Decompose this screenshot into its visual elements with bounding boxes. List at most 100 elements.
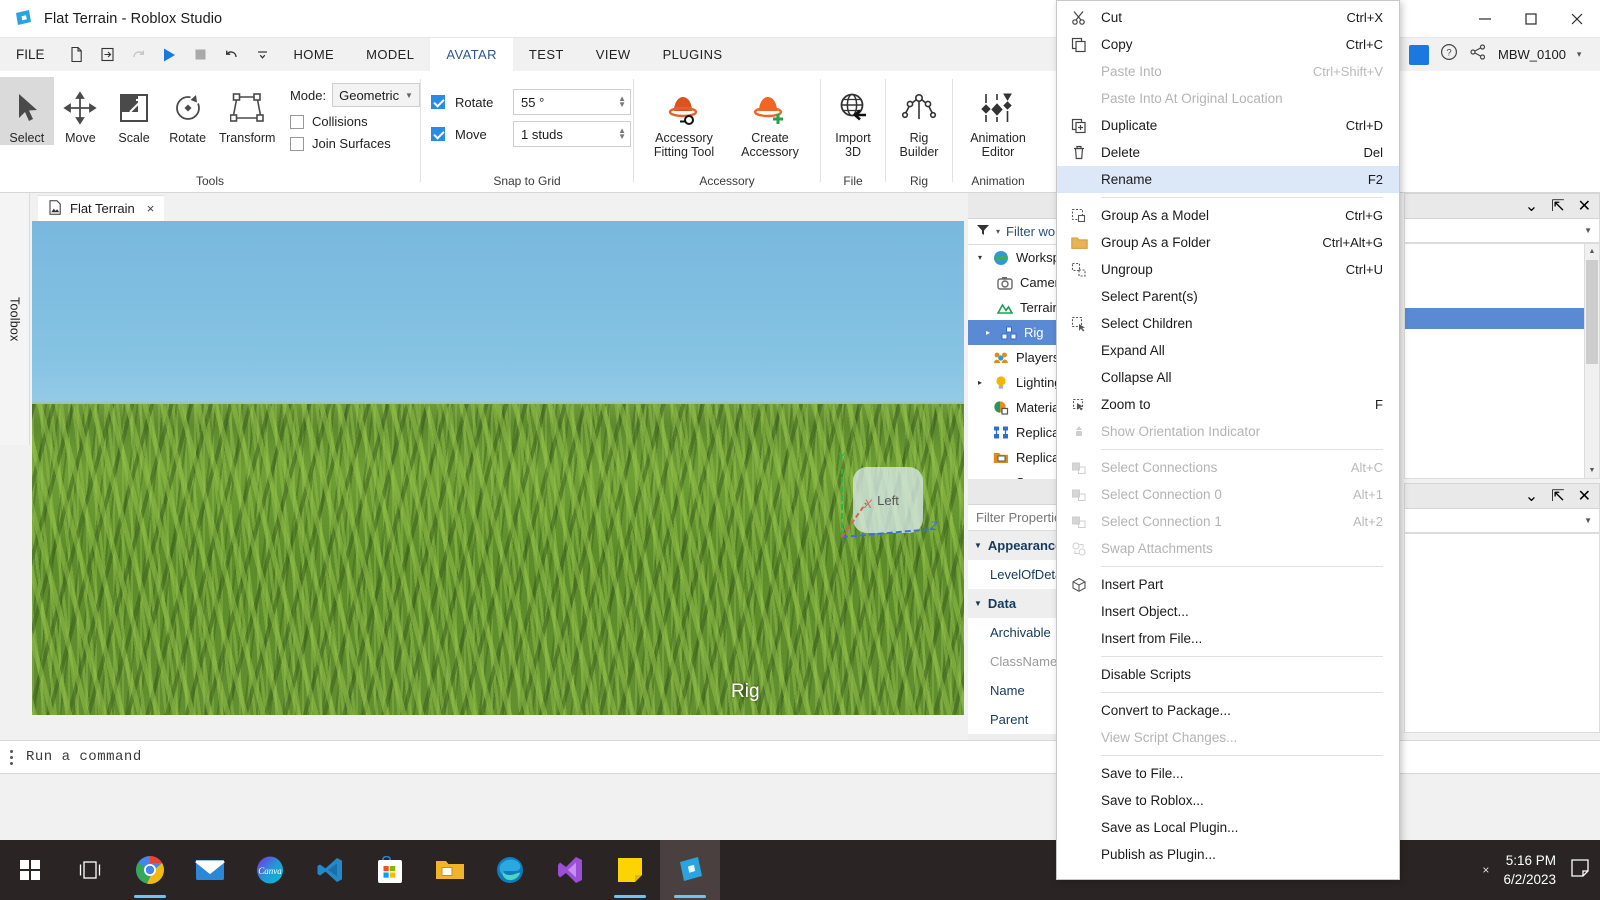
- taskbar-visual-studio[interactable]: [540, 840, 600, 900]
- chevron-down-icon[interactable]: ▼: [974, 599, 982, 608]
- share-icon[interactable]: [1469, 43, 1487, 66]
- menu-item-disable-scripts[interactable]: Disable Scripts: [1057, 661, 1399, 688]
- import-3d-button[interactable]: Import 3D: [826, 77, 880, 159]
- list-item-selected[interactable]: [1405, 308, 1584, 329]
- menu-item-ungroup[interactable]: Ungroup Ctrl+U: [1057, 256, 1399, 283]
- stop-icon[interactable]: [185, 38, 216, 71]
- vertical-scrollbar[interactable]: ▲ ▼: [1584, 244, 1599, 478]
- scroll-up-arrow-icon[interactable]: ▲: [1585, 244, 1599, 259]
- taskbar-sticky-notes[interactable]: [600, 840, 660, 900]
- menu-item-select-children[interactable]: Select Children: [1057, 310, 1399, 337]
- join-surfaces-checkbox-row[interactable]: Join Surfaces: [280, 129, 420, 151]
- taskbar-file-explorer[interactable]: [420, 840, 480, 900]
- viewport-3d[interactable]: Left Y X Z Rig: [32, 221, 964, 715]
- menu-item-group-as-folder[interactable]: Group As a Folder Ctrl+Alt+G: [1057, 229, 1399, 256]
- chevron-down-icon[interactable]: ▾: [996, 227, 1000, 236]
- collisions-checkbox[interactable]: [290, 115, 304, 129]
- menu-item-cut[interactable]: Cut Ctrl+X: [1057, 4, 1399, 31]
- chevron-down-icon[interactable]: ▼: [974, 541, 982, 550]
- undo-icon[interactable]: [216, 38, 247, 71]
- tab-avatar[interactable]: AVATAR: [430, 38, 513, 71]
- scrollbar-thumb[interactable]: [1586, 260, 1598, 364]
- menu-item-convert-to-package[interactable]: Convert to Package...: [1057, 697, 1399, 724]
- menu-item-zoom-to[interactable]: Zoom to F: [1057, 391, 1399, 418]
- close-icon[interactable]: [1554, 0, 1600, 38]
- tray-close-icon[interactable]: ×: [1482, 863, 1489, 877]
- chevron-down-icon[interactable]: ▾: [974, 253, 986, 262]
- orientation-gizmo[interactable]: Left Y X Z: [826, 445, 946, 555]
- undock-icon[interactable]: ⇱: [1551, 486, 1564, 506]
- start-button[interactable]: [0, 840, 60, 900]
- taskbar-roblox-studio[interactable]: [660, 840, 720, 900]
- menu-item-insert-from-file[interactable]: Insert from File...: [1057, 625, 1399, 652]
- undock-icon[interactable]: ⇱: [1551, 196, 1564, 216]
- file-menu-button[interactable]: FILE: [0, 38, 61, 71]
- chevron-down-icon[interactable]: ⌄: [1525, 486, 1538, 506]
- taskbar-microsoft-store[interactable]: [360, 840, 420, 900]
- minimize-icon[interactable]: [1462, 0, 1508, 38]
- spinner-arrows-icon[interactable]: ▲▼: [618, 128, 626, 140]
- rotate-tool-button[interactable]: Rotate: [161, 77, 215, 145]
- play-icon[interactable]: [154, 38, 185, 71]
- character-rig[interactable]: Rig: [669, 697, 789, 715]
- tab-plugins[interactable]: PLUGINS: [647, 38, 739, 71]
- tab-flat-terrain[interactable]: Flat Terrain ×: [38, 195, 164, 221]
- drag-dots-icon[interactable]: [0, 750, 22, 765]
- new-file-icon[interactable]: [61, 38, 92, 71]
- menu-item-collapse-all[interactable]: Collapse All: [1057, 364, 1399, 391]
- select-tool-button[interactable]: Select: [0, 77, 54, 145]
- menu-item-copy[interactable]: Copy Ctrl+C: [1057, 31, 1399, 58]
- more-icon[interactable]: [247, 38, 278, 71]
- move-tool-button[interactable]: Move: [54, 77, 108, 145]
- taskbar-clock[interactable]: 5:16 PM 6/2/2023: [1503, 851, 1556, 889]
- filter-funnel-icon[interactable]: [976, 224, 990, 239]
- taskbar-canva[interactable]: Canva: [240, 840, 300, 900]
- notification-icon[interactable]: [1570, 858, 1590, 883]
- account-username[interactable]: MBW_0100: [1498, 47, 1566, 62]
- maximize-icon[interactable]: [1508, 0, 1554, 38]
- menu-item-group-as-model[interactable]: Group As a Model Ctrl+G: [1057, 202, 1399, 229]
- chevron-down-icon[interactable]: ▾: [1577, 49, 1582, 60]
- tab-model[interactable]: MODEL: [350, 38, 430, 71]
- right-panel-bottom-filter[interactable]: ▼: [1404, 509, 1600, 533]
- tab-test[interactable]: TEST: [513, 38, 580, 71]
- menu-item-rename[interactable]: Rename F2: [1057, 166, 1399, 193]
- spinner-arrows-icon[interactable]: ▲▼: [618, 96, 626, 108]
- tab-home[interactable]: HOME: [278, 38, 351, 71]
- taskbar-edge[interactable]: [480, 840, 540, 900]
- tab-close-icon[interactable]: ×: [147, 201, 155, 216]
- chevron-down-icon[interactable]: ▼: [1584, 516, 1592, 525]
- menu-item-insert-object[interactable]: Insert Object...: [1057, 598, 1399, 625]
- snap-move-input[interactable]: 1 studs ▲▼: [513, 121, 631, 147]
- menu-item-duplicate[interactable]: Duplicate Ctrl+D: [1057, 112, 1399, 139]
- chevron-down-icon[interactable]: ▼: [1584, 226, 1592, 235]
- create-accessory-button[interactable]: Create Accessory: [732, 77, 808, 159]
- rig-builder-button[interactable]: Rig Builder: [892, 77, 946, 159]
- snap-move-checkbox[interactable]: [431, 127, 445, 141]
- close-icon[interactable]: ✕: [1578, 196, 1591, 216]
- snap-rotate-input[interactable]: 55 ° ▲▼: [513, 89, 631, 115]
- menu-item-delete[interactable]: Delete Del: [1057, 139, 1399, 166]
- menu-item-save-as-local-plugin[interactable]: Save as Local Plugin...: [1057, 814, 1399, 841]
- help-icon[interactable]: ?: [1440, 43, 1458, 66]
- menu-item-select-parents[interactable]: Select Parent(s): [1057, 283, 1399, 310]
- right-panel-top-filter[interactable]: ▼: [1404, 219, 1600, 243]
- collisions-checkbox-row[interactable]: Collisions: [280, 107, 420, 129]
- chevron-right-icon[interactable]: ▸: [982, 328, 994, 337]
- menu-item-save-to-file[interactable]: Save to File...: [1057, 760, 1399, 787]
- right-panel-bottom-list[interactable]: [1404, 533, 1600, 733]
- close-icon[interactable]: ✕: [1578, 486, 1591, 506]
- join-surfaces-checkbox[interactable]: [290, 137, 304, 151]
- right-panel-top-list[interactable]: ▲ ▼: [1404, 243, 1600, 479]
- open-file-icon[interactable]: [92, 38, 123, 71]
- scroll-down-arrow-icon[interactable]: ▼: [1585, 463, 1599, 478]
- scale-tool-button[interactable]: Scale: [107, 77, 161, 145]
- toolbox-rail[interactable]: Toolbox: [0, 193, 30, 445]
- chevron-down-icon[interactable]: ⌄: [1525, 196, 1538, 216]
- mode-dropdown[interactable]: Geometric ▼: [332, 83, 420, 107]
- menu-item-publish-as-plugin[interactable]: Publish as Plugin...: [1057, 841, 1399, 868]
- taskbar-chrome[interactable]: [120, 840, 180, 900]
- task-view-button[interactable]: [60, 840, 120, 900]
- menu-item-save-to-roblox[interactable]: Save to Roblox...: [1057, 787, 1399, 814]
- menu-item-expand-all[interactable]: Expand All: [1057, 337, 1399, 364]
